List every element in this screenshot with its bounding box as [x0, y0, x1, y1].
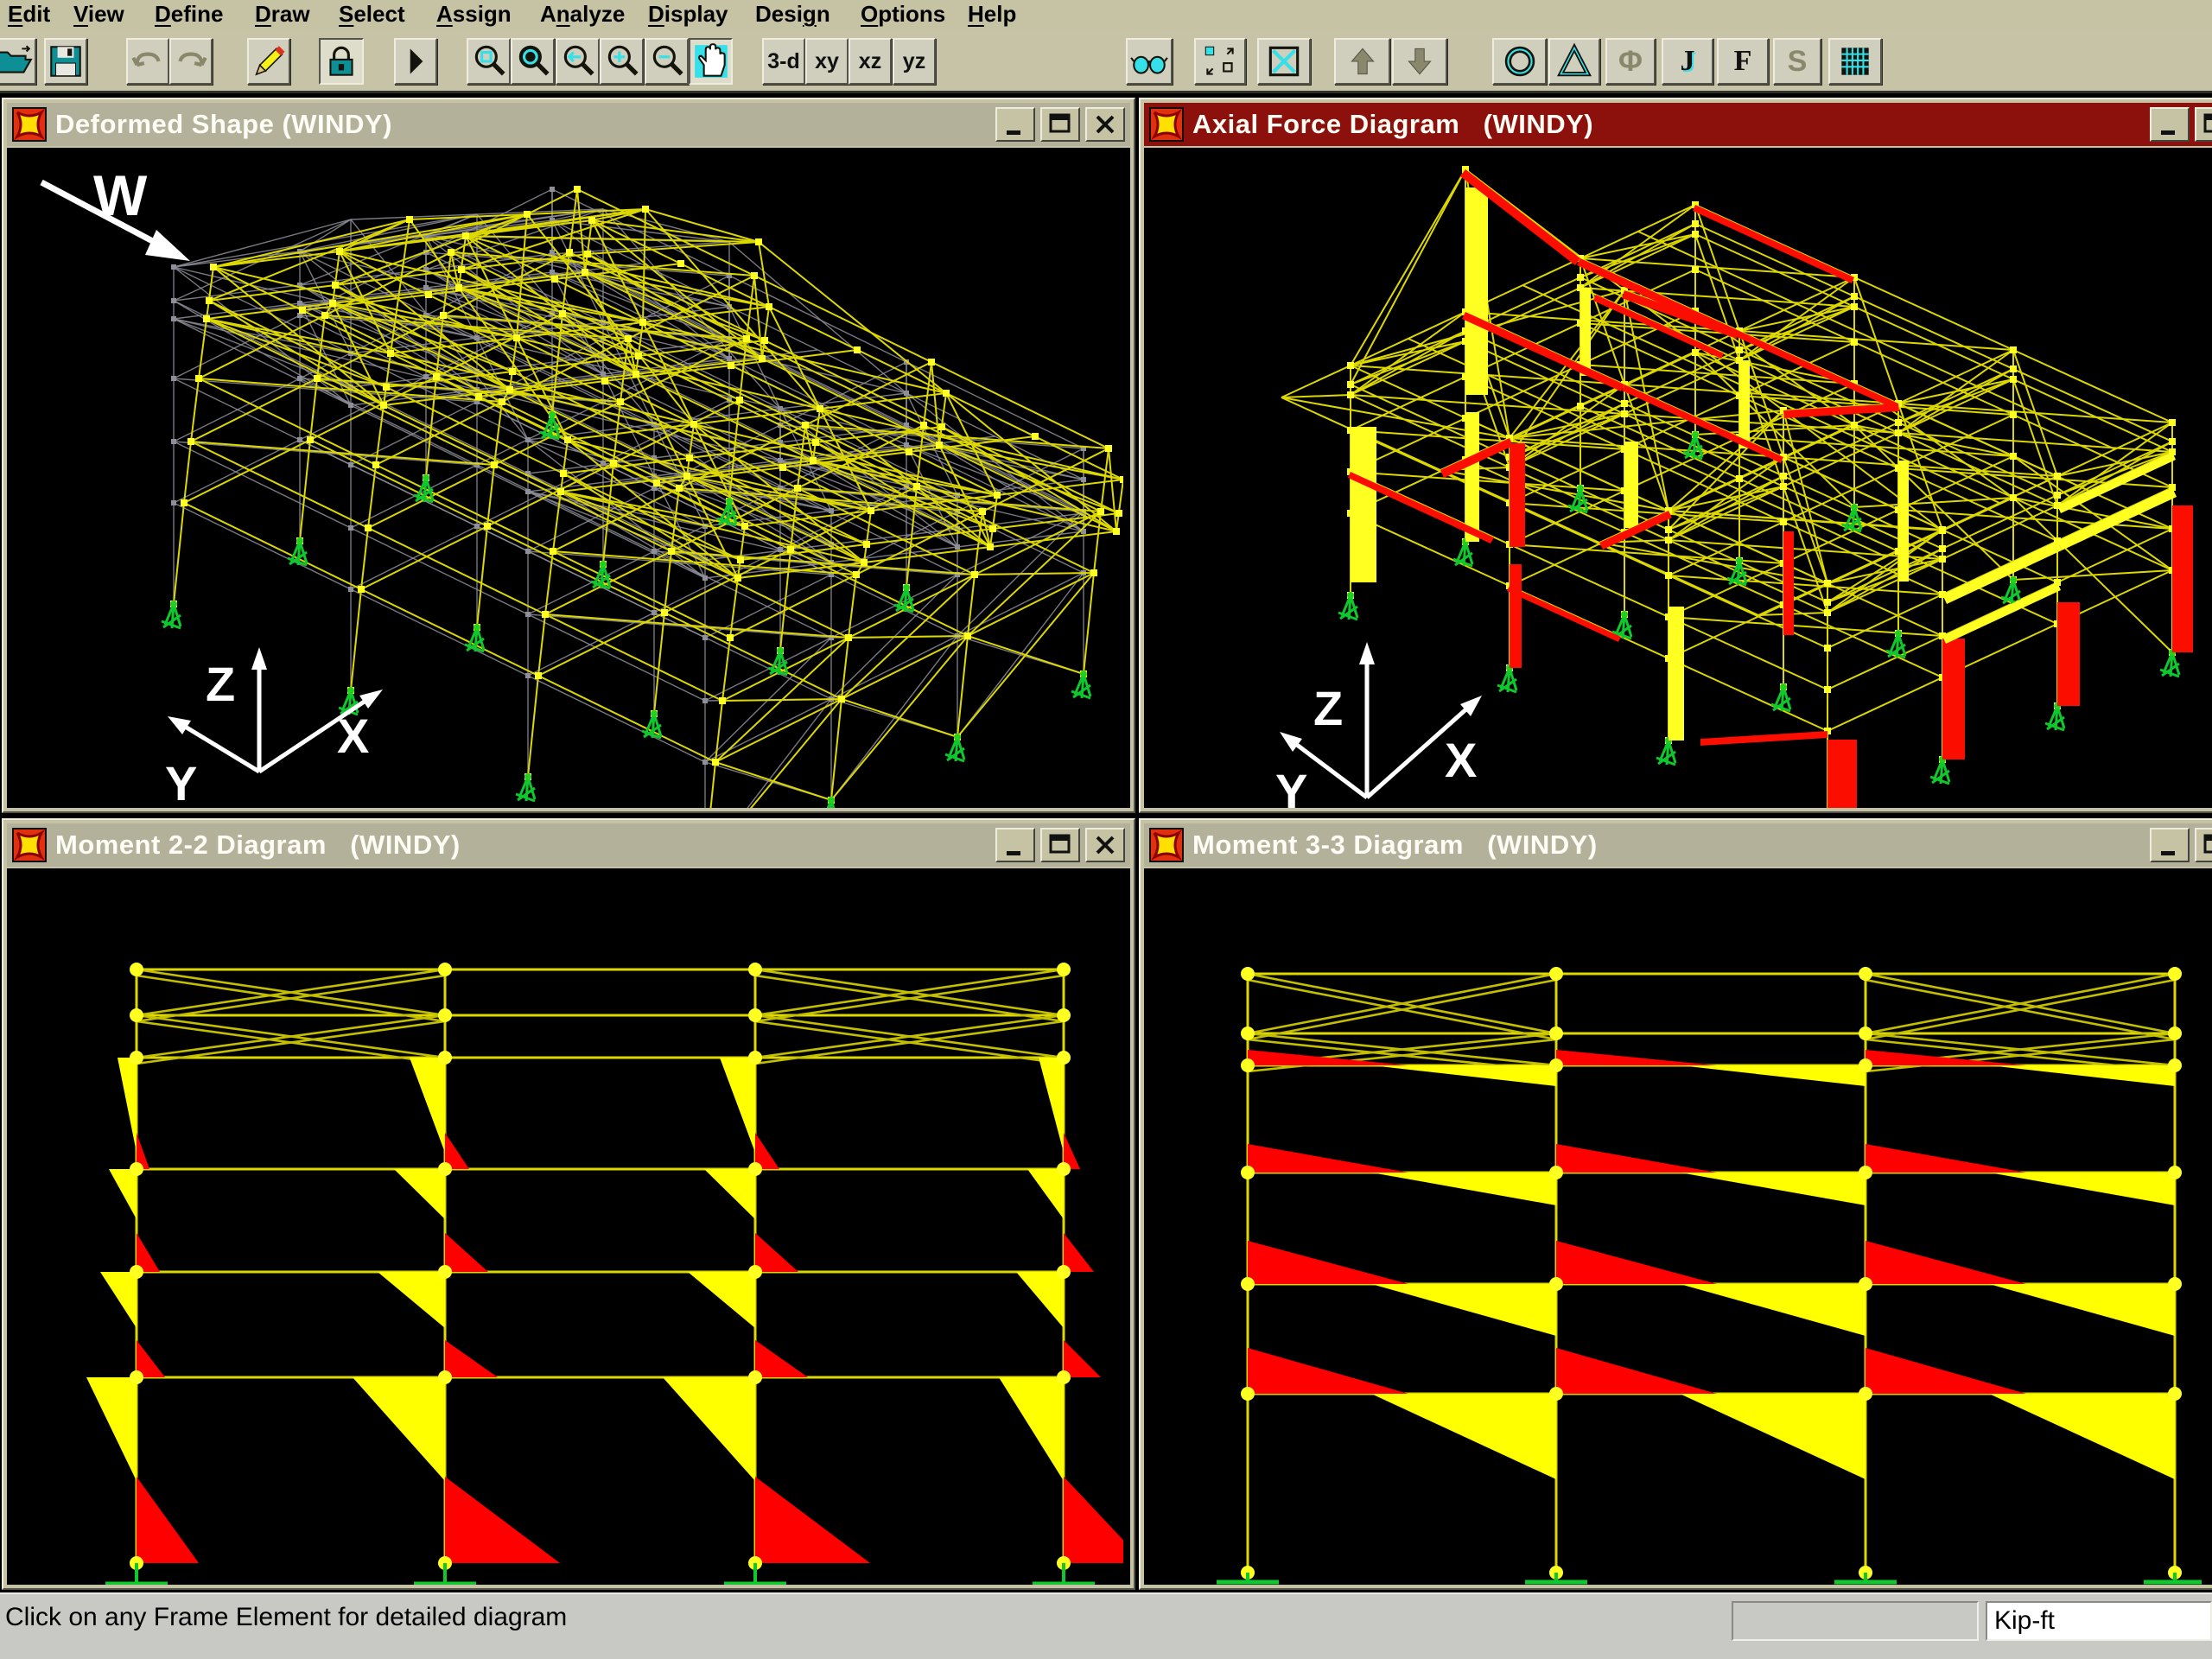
svg-text:Z: Z [1313, 681, 1343, 735]
svg-text:X: X [1445, 733, 1477, 787]
svg-text:X: X [337, 709, 369, 763]
svg-text:Y: Y [165, 756, 197, 808]
svg-text:Z: Z [206, 657, 235, 711]
svg-text:Y: Y [1275, 764, 1307, 808]
svg-text:W: W [93, 163, 148, 227]
